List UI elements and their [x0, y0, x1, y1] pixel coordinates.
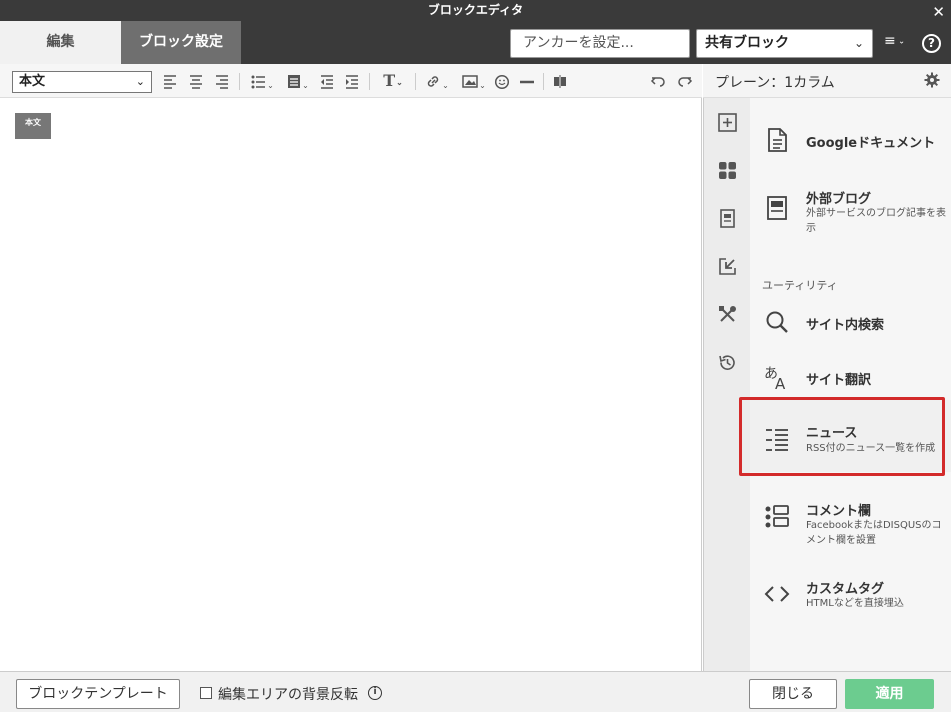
shared-block-value: 共有ブロック	[705, 35, 789, 51]
history-icon[interactable]	[717, 352, 738, 373]
section-label-utility: ユーティリティ	[762, 279, 838, 292]
item-name: サイト内検索	[806, 318, 885, 333]
columns-icon[interactable]	[551, 72, 569, 90]
editor-footer: ブロックテンプレート 編集エリアの背景反転 i 閉じる 適用	[0, 671, 951, 712]
invert-background-label: 編集エリアの背景反転	[218, 687, 358, 703]
block-format-icon[interactable]: ⌄	[284, 72, 312, 90]
indent-icon[interactable]	[344, 72, 360, 90]
image-icon[interactable]: ⌄	[459, 72, 489, 90]
editor-header: 編集 ブロック設定 アンカーを設定... 共有ブロック ⌄ ≡ ⌄ ?	[0, 21, 951, 64]
comment-icon	[765, 505, 789, 528]
code-icon	[764, 586, 790, 602]
category-rail	[703, 98, 750, 671]
panel-header: プレーン：1カラム	[703, 64, 951, 98]
toolbar-divider	[239, 73, 240, 90]
undo-icon[interactable]	[649, 72, 667, 90]
item-name: コメント欄	[806, 504, 872, 519]
format-toolbar: 本文 ⌄ ⌄ ⌄ T⌄ ⌄ ⌄	[0, 64, 702, 98]
block-template-button[interactable]: ブロックテンプレート	[16, 679, 180, 709]
chevron-down-icon: ⌄	[853, 36, 864, 50]
item-description: FacebookまたはDISQUSのコメント欄を設置	[806, 520, 942, 546]
tools-icon[interactable]	[717, 304, 738, 325]
item-name: Googleドキュメント	[806, 136, 936, 151]
paragraph-style-value: 本文	[19, 74, 46, 89]
list-item-comments[interactable]: コメント欄 FacebookまたはDISQUSのコメント欄を設置	[750, 490, 951, 550]
shared-block-select[interactable]: 共有ブロック ⌄	[696, 29, 873, 58]
bullet-list-icon[interactable]: ⌄	[248, 72, 276, 90]
item-description: HTMLなどを直接埋込	[806, 598, 904, 609]
list-item-external-blog[interactable]: 外部ブログ 外部サービスのブログ記事を表示	[750, 182, 951, 242]
align-center-icon[interactable]	[188, 72, 204, 90]
page-layout-icon[interactable]	[717, 208, 738, 229]
redo-icon[interactable]	[676, 72, 694, 90]
align-left-icon[interactable]	[162, 72, 178, 90]
invert-background-checkbox[interactable]	[200, 687, 212, 699]
grid-blocks-icon[interactable]	[717, 160, 738, 181]
chevron-down-icon: ⌄	[135, 75, 145, 88]
align-right-icon[interactable]	[214, 72, 230, 90]
close-button[interactable]: 閉じる	[749, 679, 837, 709]
tab-edit[interactable]: 編集	[0, 21, 121, 64]
list-item-custom-tag[interactable]: カスタムタグ HTMLなどを直接埋込	[750, 572, 951, 624]
list-item-site-search[interactable]: サイト内検索	[750, 304, 951, 348]
anchor-input[interactable]: アンカーを設定...	[510, 29, 690, 58]
selection-highlight	[739, 397, 945, 476]
document-icon	[768, 128, 787, 152]
list-item-site-translate[interactable]: あA サイト翻訳	[750, 358, 951, 402]
search-icon	[766, 311, 788, 333]
menu-icon[interactable]: ≡ ⌄	[884, 33, 905, 49]
text-style-icon[interactable]: T⌄	[378, 72, 408, 90]
list-item-google-docs[interactable]: Googleドキュメント	[750, 120, 951, 164]
external-blog-icon	[767, 196, 787, 220]
gear-icon[interactable]	[924, 72, 940, 88]
help-icon[interactable]: ?	[922, 34, 941, 53]
import-icon[interactable]	[717, 256, 738, 277]
block-list: Googleドキュメント 外部ブログ 外部サービスのブログ記事を表示 ユーティリ…	[750, 98, 951, 671]
emoji-icon[interactable]	[494, 72, 510, 90]
toolbar-divider	[369, 73, 370, 90]
toolbar-divider	[543, 73, 544, 90]
item-name: サイト翻訳	[806, 373, 872, 388]
add-block-icon[interactable]	[717, 112, 738, 133]
translate-icon: あA	[764, 366, 786, 391]
editor-canvas[interactable]: 本文	[0, 98, 702, 671]
block-type-label: 本文	[15, 113, 51, 139]
window-title: ブロックエディタ	[427, 3, 524, 17]
toolbar-divider	[415, 73, 416, 90]
svg-text:A: A	[775, 375, 786, 391]
paragraph-style-select[interactable]: 本文 ⌄	[12, 71, 152, 93]
tab-block-settings[interactable]: ブロック設定	[121, 21, 241, 64]
item-name: 外部ブログ	[806, 192, 872, 207]
item-name: カスタムタグ	[806, 582, 885, 597]
panel-title: プレーン：1カラム	[715, 75, 835, 91]
item-description: 外部サービスのブログ記事を表示	[806, 208, 946, 234]
apply-button[interactable]: 適用	[845, 679, 934, 709]
horizontal-rule-icon[interactable]	[518, 72, 536, 90]
outdent-icon[interactable]	[319, 72, 335, 90]
info-icon[interactable]: i	[368, 686, 382, 700]
window-titlebar: ブロックエディタ ✕	[0, 0, 951, 21]
link-icon[interactable]: ⌄	[422, 72, 452, 90]
